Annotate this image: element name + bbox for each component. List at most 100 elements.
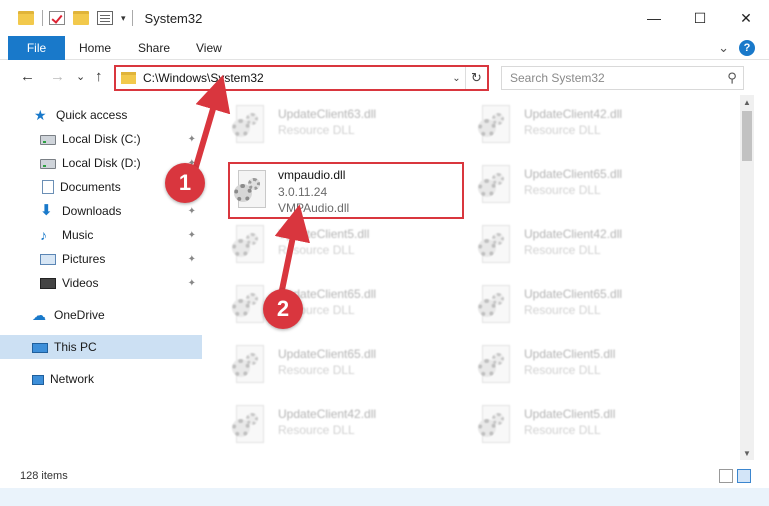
pin-icon[interactable]: ✦ <box>188 254 196 265</box>
minimize-button[interactable]: — <box>631 0 677 36</box>
sidebar-item-label: Videos <box>62 276 99 290</box>
dll-file-icon <box>478 225 512 265</box>
up-arrow-icon[interactable]: ↑ <box>95 68 103 85</box>
star-icon: ★ <box>34 107 47 123</box>
file-list: UpdateClient63.dll Resource DLL UpdateCl… <box>210 95 740 460</box>
file-description: VMPAudio.dll <box>278 201 350 215</box>
tab-view[interactable]: View <box>196 36 222 60</box>
file-version: 3.0.11.24 <box>278 185 328 199</box>
pin-icon[interactable]: ✦ <box>188 206 196 217</box>
sidebar-item-this-pc[interactable]: This PC <box>0 335 202 359</box>
sidebar-item-local-disk-c[interactable]: Local Disk (C:) ✦ <box>0 127 202 151</box>
properties-check-icon[interactable] <box>49 11 65 25</box>
help-icon[interactable]: ? <box>739 40 755 56</box>
tab-file[interactable]: File <box>8 36 65 60</box>
pin-icon[interactable]: ✦ <box>188 278 196 289</box>
dll-file-icon <box>232 345 266 385</box>
tab-home[interactable]: Home <box>79 36 111 60</box>
network-icon <box>32 374 44 385</box>
dll-file-icon <box>478 165 512 205</box>
window-title: System32 <box>144 10 203 26</box>
sidebar-item-label: Local Disk (C:) <box>62 132 141 146</box>
videos-icon <box>40 278 56 289</box>
cloud-icon: ☁ <box>32 307 46 323</box>
pin-icon[interactable]: ✦ <box>188 230 196 241</box>
pictures-icon <box>40 254 56 265</box>
sidebar-item-label: Network <box>50 372 95 386</box>
details-view-icon[interactable] <box>719 469 733 483</box>
sidebar-item-label: OneDrive <box>54 308 105 322</box>
step-2-badge: 2 <box>263 289 303 329</box>
toolbar-divider <box>131 10 133 26</box>
forward-arrow-icon[interactable]: → <box>50 68 65 85</box>
file-item[interactable]: UpdateClient63.dll Resource DLL <box>222 95 452 151</box>
dll-file-icon <box>234 170 268 210</box>
sidebar-item-label: Downloads <box>62 204 122 218</box>
file-item[interactable]: UpdateClient5.dll Resource DLL <box>468 335 698 391</box>
title-bar: ▾ System32 — ☐ ✕ <box>0 0 769 36</box>
drive-icon <box>40 135 56 145</box>
computer-icon <box>32 342 48 353</box>
pin-icon[interactable]: ✦ <box>188 134 196 145</box>
file-item[interactable]: UpdateClient65.dll Resource DLL <box>222 335 452 391</box>
address-path[interactable]: C:\Windows\System32 <box>143 71 447 85</box>
tiles-view-icon[interactable] <box>737 469 751 483</box>
close-button[interactable]: ✕ <box>723 0 769 36</box>
search-input[interactable] <box>502 68 721 88</box>
sidebar-item-videos[interactable]: Videos ✦ <box>0 271 202 295</box>
search-icon[interactable]: ⚲ <box>721 70 743 86</box>
new-folder-icon[interactable] <box>73 11 89 25</box>
maximize-button[interactable]: ☐ <box>677 0 723 36</box>
vertical-scrollbar[interactable]: ▲ ▼ <box>740 95 754 460</box>
step-1-badge: 1 <box>165 163 205 203</box>
search-box[interactable]: ⚲ <box>501 66 744 90</box>
sidebar-item-onedrive[interactable]: ☁ OneDrive <box>0 303 202 327</box>
tab-share[interactable]: Share <box>138 36 170 60</box>
file-item[interactable]: UpdateClient42.dll Resource DLL <box>468 215 698 271</box>
dll-file-icon <box>232 405 266 445</box>
sidebar-item-pictures[interactable]: Pictures ✦ <box>0 247 202 271</box>
refresh-icon[interactable]: ↻ <box>465 67 487 89</box>
highlighted-file-item[interactable]: vmpaudio.dll 3.0.11.24 VMPAudio.dll <box>228 162 464 219</box>
file-item[interactable]: UpdateClient5.dll Resource DLL <box>222 215 452 271</box>
status-bar: 128 items <box>0 465 769 487</box>
expand-ribbon-icon[interactable]: ⌄ <box>718 40 729 56</box>
dll-file-icon <box>478 105 512 145</box>
sidebar-item-label: Documents <box>60 180 121 194</box>
chevron-down-icon[interactable]: ⌄ <box>447 72 465 84</box>
navigation-pane: ★ Quick access Local Disk (C:) ✦ Local D… <box>0 95 208 460</box>
sidebar-item-network[interactable]: Network <box>0 367 202 391</box>
toolbar-divider <box>42 10 43 26</box>
download-icon: ⬇ <box>40 202 53 219</box>
sidebar-item-label: Music <box>62 228 94 242</box>
sidebar-item-quick-access[interactable]: ★ Quick access <box>0 103 202 127</box>
scroll-down-icon[interactable]: ▼ <box>740 446 754 460</box>
scroll-thumb[interactable] <box>742 111 752 161</box>
file-item[interactable]: UpdateClient5.dll Resource DLL <box>468 395 698 451</box>
customize-toolbar-icon[interactable]: ▾ <box>121 13 126 24</box>
dll-file-icon <box>232 285 266 325</box>
file-item[interactable]: UpdateClient42.dll Resource DLL <box>468 95 698 151</box>
scroll-up-icon[interactable]: ▲ <box>740 95 754 109</box>
dll-file-icon <box>478 285 512 325</box>
address-bar[interactable]: C:\Windows\System32 ⌄ ↻ <box>114 65 489 91</box>
dll-file-icon <box>232 225 266 265</box>
recent-locations-icon[interactable]: ⌄ <box>76 70 85 83</box>
file-item[interactable]: UpdateClient65.dll Resource DLL <box>468 155 698 211</box>
dll-file-icon <box>232 105 266 145</box>
view-properties-icon[interactable] <box>97 11 113 25</box>
file-item[interactable]: UpdateClient65.dll Resource DLL <box>468 275 698 331</box>
back-arrow-icon[interactable]: ← <box>20 68 35 85</box>
dll-file-icon <box>478 405 512 445</box>
file-item[interactable]: UpdateClient65.dll Resource DLL <box>222 275 452 331</box>
taskbar-edge <box>0 488 769 506</box>
file-name: vmpaudio.dll <box>278 168 346 182</box>
sidebar-item-downloads[interactable]: ⬇ Downloads ✦ <box>0 199 202 223</box>
sidebar-item-music[interactable]: ♪ Music ✦ <box>0 223 202 247</box>
sidebar-item-label: This PC <box>54 340 97 354</box>
sidebar-item-label: Pictures <box>62 252 106 266</box>
sidebar-item-label: Local Disk (D:) <box>62 156 141 170</box>
navigation-bar: ← → ⌄ ↑ C:\Windows\System32 ⌄ ↻ ⚲ <box>0 61 769 95</box>
file-item[interactable]: UpdateClient42.dll Resource DLL <box>222 395 452 451</box>
folder-icon[interactable] <box>18 11 34 25</box>
